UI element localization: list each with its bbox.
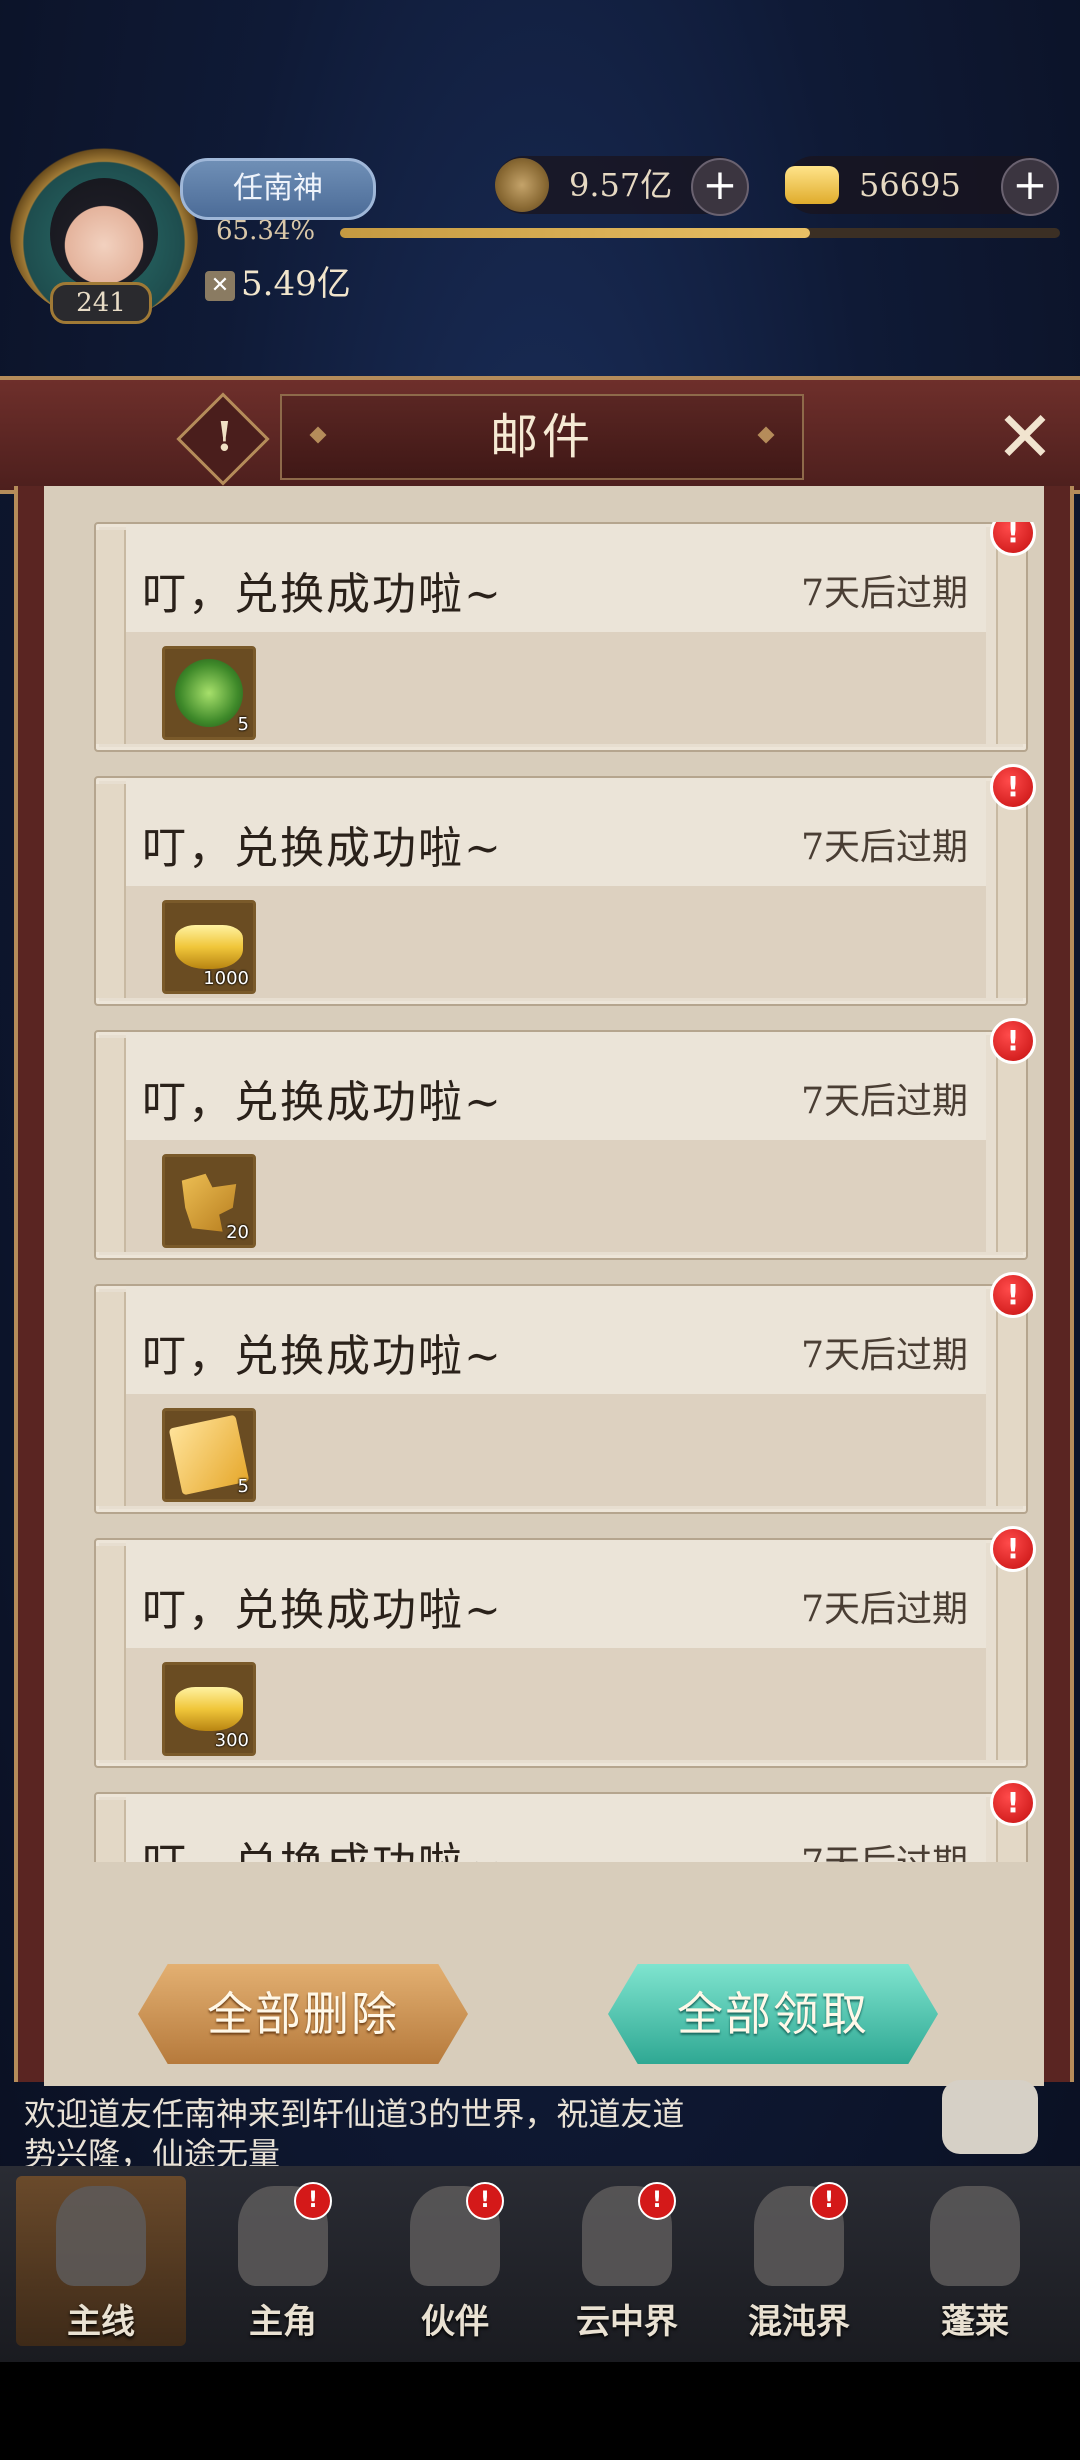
- reward-item[interactable]: 300: [162, 1662, 256, 1756]
- nav-badge: !: [638, 2182, 676, 2220]
- nav-label: 云中界: [576, 2302, 678, 2342]
- mail-title: 叮，兑换成功啦~: [142, 569, 503, 620]
- nav-hero[interactable]: ! 主角: [198, 2176, 368, 2346]
- gold-ingot-icon: [175, 1687, 243, 1731]
- gold-ingot-icon: [785, 166, 839, 204]
- nav-label: 蓬莱: [941, 2302, 1009, 2342]
- avatar-portrait: [50, 178, 158, 290]
- nav-main-quest[interactable]: 主线: [16, 2176, 186, 2346]
- coin-resource: 9.57亿 +: [495, 156, 749, 216]
- item-quantity: 1000: [203, 968, 249, 989]
- dialog-title: 邮件: [280, 394, 804, 480]
- mail-expire: 7天后过期: [801, 573, 968, 614]
- chat-line-1: 欢迎道友任南神来到轩仙道3的世界，祝道友道: [24, 2095, 685, 2133]
- nav-label: 混沌界: [748, 2302, 850, 2342]
- unread-badge: !: [990, 1018, 1036, 1064]
- dialog-header: ! 邮件 ✕: [0, 376, 1080, 494]
- unread-badge: !: [990, 1526, 1036, 1572]
- combat-power: ✕ 5.49亿: [205, 262, 351, 306]
- mail-title: 叮，兑换成功啦~: [142, 1331, 503, 1382]
- add-coins-button[interactable]: +: [691, 158, 749, 216]
- mail-title: 叮，兑换成功啦~: [142, 823, 503, 874]
- nav-cloud-realm[interactable]: ! 云中界: [542, 2176, 712, 2346]
- dialog-body: 叮，兑换成功啦~ 7天后过期 ! 5 叮，兑换成功啦~ 7天后过期 ! 1000…: [14, 486, 1074, 2086]
- mail-item[interactable]: 叮，兑换成功啦~ 7天后过期 ! 1000: [94, 764, 1036, 1006]
- mail-item[interactable]: 叮，兑换成功啦~ 7天后过期 ! 20: [94, 1018, 1036, 1260]
- unread-badge: !: [990, 764, 1036, 810]
- nav-label: 主线: [67, 2302, 135, 2342]
- gold-value: 56695: [859, 166, 961, 204]
- nav-badge: !: [294, 2182, 332, 2220]
- item-quantity: 5: [237, 714, 249, 735]
- unread-badge: !: [990, 1780, 1036, 1826]
- mail-item[interactable]: 叮，兑换成功啦~ 7天后过期 !: [94, 1780, 1036, 1862]
- gold-resource: 56695 +: [785, 156, 1059, 216]
- mail-title: 叮，兑换成功啦~: [142, 1077, 503, 1128]
- mail-dialog: ! 邮件 ✕ 叮，兑换成功啦~ 7天后过期 ! 5 叮，兑换成功啦~ 7天后过期…: [0, 376, 1080, 2092]
- crossed-swords-icon: [56, 2186, 146, 2286]
- nav-label: 伙伴: [421, 2302, 489, 2342]
- copper-coin-icon: [495, 158, 549, 212]
- exp-bar: [340, 228, 1060, 238]
- mail-list[interactable]: 叮，兑换成功啦~ 7天后过期 ! 5 叮，兑换成功啦~ 7天后过期 ! 1000…: [94, 522, 1054, 1862]
- mail-item[interactable]: 叮，兑换成功啦~ 7天后过期 ! 5: [94, 522, 1036, 752]
- nav-badge: !: [810, 2182, 848, 2220]
- mail-item[interactable]: 叮，兑换成功啦~ 7天后过期 ! 5: [94, 1272, 1036, 1514]
- nav-penglai[interactable]: 蓬莱: [890, 2176, 1060, 2346]
- bottom-nav: 主线 ! 主角 ! 伙伴 ! 云中界 ! 混沌界 蓬莱: [0, 2166, 1080, 2362]
- player-level: 241: [50, 282, 152, 324]
- mail-expire: 7天后过期: [801, 1589, 968, 1630]
- mail-title: 叮，兑换成功啦~: [142, 1828, 503, 1862]
- item-quantity: 300: [214, 1730, 249, 1751]
- nav-label: 主角: [249, 2302, 317, 2342]
- jade-disc-icon: [175, 659, 243, 727]
- nav-partner[interactable]: ! 伙伴: [370, 2176, 540, 2346]
- system-chat[interactable]: 欢迎道友任南神来到轩仙道3的世界，祝道友道 势兴隆，仙途无量: [24, 2094, 904, 2174]
- reward-item[interactable]: 20: [162, 1154, 256, 1248]
- delete-all-button[interactable]: 全部删除: [138, 1964, 468, 2064]
- coin-value: 9.57亿: [569, 166, 673, 204]
- mail-expire: 7天后过期: [801, 1081, 968, 1122]
- nav-badge: !: [466, 2182, 504, 2220]
- reward-item[interactable]: 5: [162, 646, 256, 740]
- close-button[interactable]: ✕: [990, 402, 1060, 472]
- claim-all-button[interactable]: 全部领取: [608, 1964, 938, 2064]
- info-button[interactable]: !: [176, 392, 270, 486]
- chat-bubble-icon[interactable]: [942, 2080, 1038, 2154]
- system-bottom-bar: [0, 2362, 1080, 2460]
- dialog-paper: 叮，兑换成功啦~ 7天后过期 ! 5 叮，兑换成功啦~ 7天后过期 ! 1000…: [44, 486, 1044, 2086]
- penglai-sage-icon: [930, 2186, 1020, 2286]
- combat-power-icon: ✕: [205, 271, 235, 301]
- reward-item[interactable]: 1000: [162, 900, 256, 994]
- player-name: 任南神: [180, 158, 376, 220]
- exp-percent: 65.34%: [216, 216, 316, 246]
- exclamation-icon: !: [215, 413, 234, 461]
- add-gold-button[interactable]: +: [1001, 158, 1059, 216]
- top-hud: 241 任南神 65.34% ✕ 5.49亿 9.57亿 + 56695 +: [0, 0, 1080, 380]
- combat-power-value: 5.49亿: [241, 264, 351, 304]
- exp-bar-fill: [340, 228, 811, 238]
- mail-title: 叮，兑换成功啦~: [142, 1585, 503, 1636]
- gold-ingot-icon: [175, 925, 243, 969]
- mail-item[interactable]: 叮，兑换成功啦~ 7天后过期 ! 300: [94, 1526, 1036, 1768]
- nav-chaos-realm[interactable]: ! 混沌界: [714, 2176, 884, 2346]
- reward-item[interactable]: 5: [162, 1408, 256, 1502]
- mail-expire: 7天后过期: [801, 1834, 968, 1862]
- unread-badge: !: [990, 1272, 1036, 1318]
- item-quantity: 20: [226, 1222, 249, 1243]
- mail-expire: 7天后过期: [801, 1335, 968, 1376]
- mail-expire: 7天后过期: [801, 827, 968, 868]
- item-quantity: 5: [237, 1476, 249, 1497]
